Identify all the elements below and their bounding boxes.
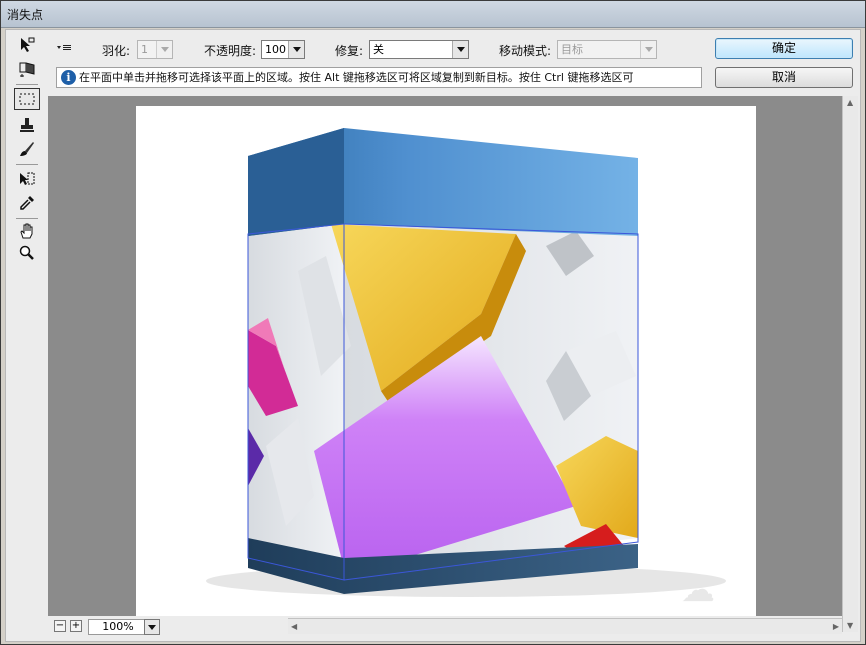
- tool-separator: [16, 84, 38, 85]
- svg-text:☁: ☁: [681, 570, 715, 610]
- feather-field[interactable]: 1: [137, 40, 173, 59]
- info-icon: i: [61, 70, 76, 85]
- zoom-out-button[interactable]: −: [54, 620, 66, 632]
- info-text: 在平面中单击并拖移可选择该平面上的区域。按住 Alt 键拖移选区可将区域复制到新…: [79, 71, 634, 84]
- feather-label: 羽化:: [102, 44, 131, 58]
- info-bar: i 在平面中单击并拖移可选择该平面上的区域。按住 Alt 键拖移选区可将区域复制…: [56, 67, 702, 88]
- document-image: ☁: [136, 106, 756, 616]
- chevron-down-icon: [452, 41, 468, 58]
- brush-icon: [20, 142, 34, 156]
- hand-icon: [20, 223, 33, 239]
- title-bar: 消失点: [1, 1, 865, 28]
- chevron-down-icon: [640, 41, 656, 58]
- zoom-icon: [19, 245, 34, 260]
- transform-icon: [20, 172, 35, 185]
- preview-canvas[interactable]: ☁: [48, 96, 842, 616]
- chevron-down-icon: [148, 624, 156, 630]
- scroll-up-icon[interactable]: ▲: [847, 98, 853, 107]
- opacity-label: 不透明度:: [204, 44, 257, 58]
- transform-tool[interactable]: [14, 168, 40, 190]
- marquee-tool[interactable]: [14, 88, 40, 110]
- vertical-scrollbar[interactable]: ▲ ▼: [842, 96, 858, 632]
- zoom-level-field[interactable]: 100%: [88, 619, 148, 635]
- panel-menu-button[interactable]: [56, 42, 72, 57]
- stamp-icon: [20, 118, 34, 132]
- move-mode-value: 目标: [561, 43, 583, 56]
- hand-tool[interactable]: [14, 220, 40, 242]
- create-plane-tool[interactable]: [14, 58, 40, 80]
- tool-separator: [16, 164, 38, 165]
- cancel-button[interactable]: 取消: [715, 67, 853, 88]
- opacity-value: 100: [265, 43, 286, 56]
- move-mode-select[interactable]: 目标: [557, 40, 657, 59]
- zoom-tool[interactable]: [14, 242, 40, 264]
- zoom-bar: − + 100%: [48, 618, 288, 636]
- heal-label: 修复:: [335, 44, 364, 58]
- chevron-down-icon: [156, 41, 172, 58]
- scroll-right-icon[interactable]: ▶: [833, 622, 839, 631]
- heal-value: 关: [373, 43, 384, 56]
- edit-plane-tool[interactable]: [14, 34, 40, 56]
- chevron-down-icon: [288, 41, 304, 58]
- ok-button[interactable]: 确定: [715, 38, 853, 59]
- horizontal-scrollbar[interactable]: ◀ ▶: [288, 618, 842, 634]
- opacity-field[interactable]: 100: [261, 40, 305, 59]
- vanishing-point-dialog: 消失点 羽化: 1 不透明度: 100 修复: 关 移动模式: 目标 确定 取消…: [0, 0, 866, 645]
- marquee-icon: [19, 93, 35, 105]
- move-mode-label: 移动模式:: [499, 44, 552, 58]
- feather-value: 1: [141, 43, 148, 56]
- brush-tool[interactable]: [14, 138, 40, 160]
- dialog-body: 羽化: 1 不透明度: 100 修复: 关 移动模式: 目标 确定 取消 i 在…: [5, 29, 861, 642]
- tool-separator: [16, 218, 38, 219]
- tool-panel: [8, 34, 46, 634]
- zoom-in-button[interactable]: +: [70, 620, 82, 632]
- stamp-tool[interactable]: [14, 114, 40, 136]
- window-title: 消失点: [7, 8, 44, 22]
- eyedropper-icon: [20, 196, 34, 210]
- edit-plane-icon: [21, 37, 35, 52]
- box-artwork: ☁: [206, 128, 726, 610]
- create-plane-icon: [19, 62, 35, 77]
- scroll-left-icon[interactable]: ◀: [291, 622, 297, 631]
- heal-select[interactable]: 关: [369, 40, 469, 59]
- eyedropper-tool[interactable]: [14, 192, 40, 214]
- panel-menu-icon: [57, 45, 71, 50]
- zoom-dropdown-button[interactable]: [144, 619, 160, 635]
- scroll-down-icon[interactable]: ▼: [847, 621, 853, 630]
